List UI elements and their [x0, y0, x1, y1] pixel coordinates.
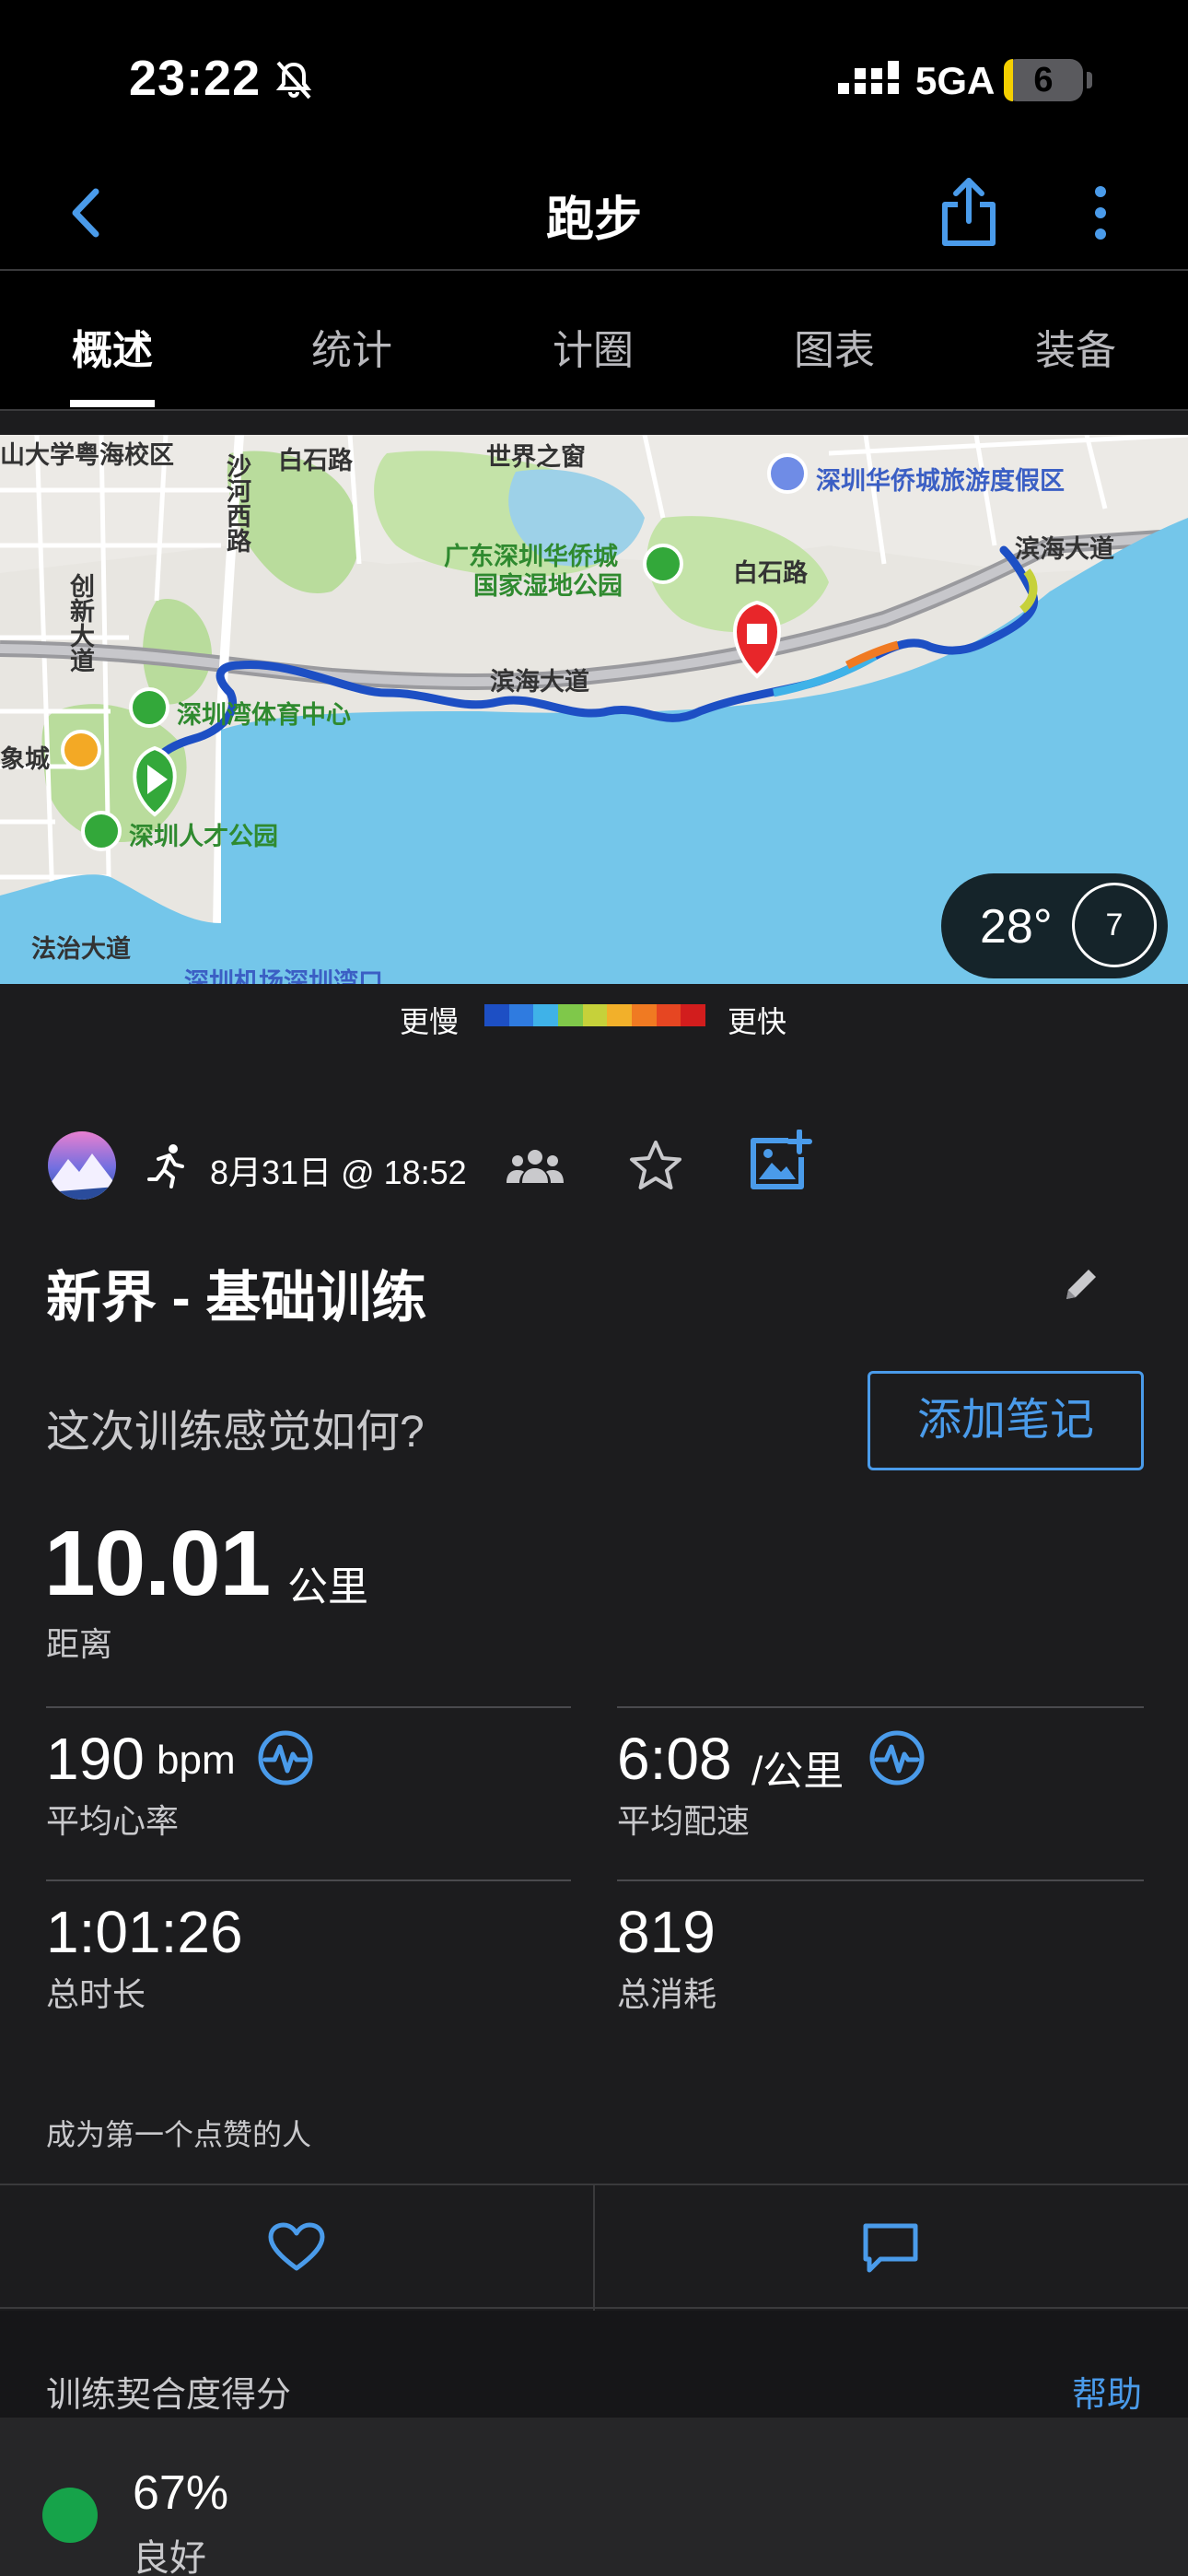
tab-gear[interactable]: 装备	[984, 317, 1168, 376]
legend-color-segment	[607, 1004, 633, 1026]
legend-color-segment	[484, 1004, 509, 1026]
legend-color-segment	[582, 1004, 608, 1026]
stat-divider	[617, 1879, 1144, 1881]
activity-date: 8月31日 @ 18:52	[210, 1153, 467, 1191]
map-label-sports-center: 深圳湾体育中心	[177, 701, 351, 729]
distance-value: 10.01	[44, 1512, 271, 1615]
map-label-binhai-ave: 滨海大道	[490, 668, 589, 696]
weather-badge: 28° 7	[941, 873, 1168, 978]
temperature: 28°	[980, 900, 1053, 954]
star-icon[interactable]	[626, 1137, 685, 1196]
heart-rate-label: 平均心率	[46, 1802, 180, 1840]
legend-color-bar	[484, 1004, 706, 1026]
nav-bar: 跑步	[0, 155, 1188, 271]
tab-bar: 概述 统计 计圈 图表 装备	[0, 271, 1188, 411]
heart-rate-pulse-icon[interactable]	[256, 1728, 315, 1787]
page-title: 跑步	[545, 193, 642, 247]
legend-color-segment	[632, 1004, 657, 1026]
distance-label: 距离	[46, 1625, 113, 1663]
tab-laps[interactable]: 计圈	[501, 317, 685, 376]
map-label-legal-road: 法治大道	[31, 935, 131, 963]
score-label: 良好	[133, 2538, 206, 2576]
network-type: 5GA	[915, 59, 996, 102]
map-label-baishi-road-2: 白石路	[733, 559, 808, 587]
map-label-innovation-ave: 创新大道	[66, 573, 94, 673]
comment-icon[interactable]	[862, 2222, 919, 2274]
legend-color-segment	[656, 1004, 681, 1026]
wind-speed: 7	[1072, 883, 1157, 967]
tab-overview[interactable]: 概述	[20, 317, 204, 376]
add-photo-icon[interactable]	[748, 1130, 812, 1194]
stat-divider	[46, 1879, 571, 1881]
group-icon[interactable]	[507, 1146, 564, 1187]
map-label-talent-park: 深圳人才公园	[129, 823, 278, 850]
stat-divider	[617, 1706, 1144, 1708]
edit-pencil-icon[interactable]	[1061, 1264, 1101, 1305]
running-icon	[147, 1144, 184, 1188]
legend-color-segment	[681, 1004, 706, 1026]
map-label-xiangcheng: 象城	[0, 745, 50, 773]
map-label-window-of-world: 世界之窗	[486, 443, 586, 471]
map-label-university: 山大学粤海校区	[0, 441, 174, 469]
feel-question: 这次训练感觉如何?	[46, 1408, 425, 1457]
battery-level: 6	[1033, 61, 1054, 100]
like-heart-icon[interactable]	[267, 2222, 326, 2274]
action-divider	[593, 2185, 595, 2311]
duration-label: 总时长	[46, 1975, 146, 2013]
duration-value: 1:01:26	[46, 1899, 243, 1965]
pace-unit: /公里	[751, 1749, 844, 1794]
bell-muted-icon	[275, 61, 312, 100]
score-title: 训练契合度得分	[46, 2376, 292, 2415]
legend-slower: 更慢	[400, 1005, 460, 1038]
legend-color-segment	[508, 1004, 534, 1026]
legend-color-segment	[533, 1004, 559, 1026]
avatar[interactable]	[48, 1131, 116, 1200]
map-label-shahe-west: 沙河西路	[223, 453, 250, 553]
heart-rate-value: 190	[46, 1726, 145, 1792]
score-status-dot	[42, 2488, 98, 2543]
map-label-baishi-road: 白石路	[278, 447, 353, 474]
calories-label: 总消耗	[617, 1975, 717, 2013]
activity-title: 新界 - 基础训练	[46, 1267, 427, 1329]
pace-legend: 更慢 更快	[0, 984, 1188, 1048]
pace-value: 6:08	[617, 1726, 732, 1792]
score-value: 67%	[133, 2466, 229, 2520]
map-label-airport-port: 深圳机场深圳湾口	[184, 968, 383, 984]
help-link[interactable]: 帮助	[1072, 2366, 1142, 2417]
tab-charts[interactable]: 图表	[742, 317, 926, 376]
social-action-row	[0, 2184, 1188, 2311]
legend-color-segment	[558, 1004, 583, 1026]
heart-rate-unit: bpm	[157, 1738, 236, 1783]
map-label-octc-resort: 深圳华侨城旅游度假区	[816, 467, 1065, 495]
signal-icon	[838, 61, 899, 94]
distance-unit: 公里	[287, 1564, 368, 1610]
status-bar: 23:22 5GA 6	[0, 0, 1188, 155]
tab-stats[interactable]: 统计	[260, 317, 444, 376]
pace-label: 平均配速	[617, 1802, 751, 1840]
calories-value: 819	[617, 1899, 716, 1965]
map-label-binhai-ave-east: 滨海大道	[1015, 535, 1114, 563]
legend-faster: 更快	[728, 1005, 787, 1038]
share-icon[interactable]	[938, 175, 1000, 249]
battery-indicator: 6	[1004, 59, 1092, 101]
mountain-avatar-icon	[48, 1153, 116, 1200]
map-label-wetland-park-2: 国家湿地公园	[473, 572, 623, 600]
pace-pulse-icon[interactable]	[868, 1728, 926, 1787]
active-tab-indicator	[70, 400, 155, 407]
stat-divider	[46, 1706, 571, 1708]
more-options-icon[interactable]	[1079, 181, 1122, 245]
status-time: 23:22	[129, 51, 262, 106]
add-note-button[interactable]: 添加笔记	[868, 1371, 1144, 1470]
like-prompt: 成为第一个点赞的人	[46, 2118, 312, 2151]
